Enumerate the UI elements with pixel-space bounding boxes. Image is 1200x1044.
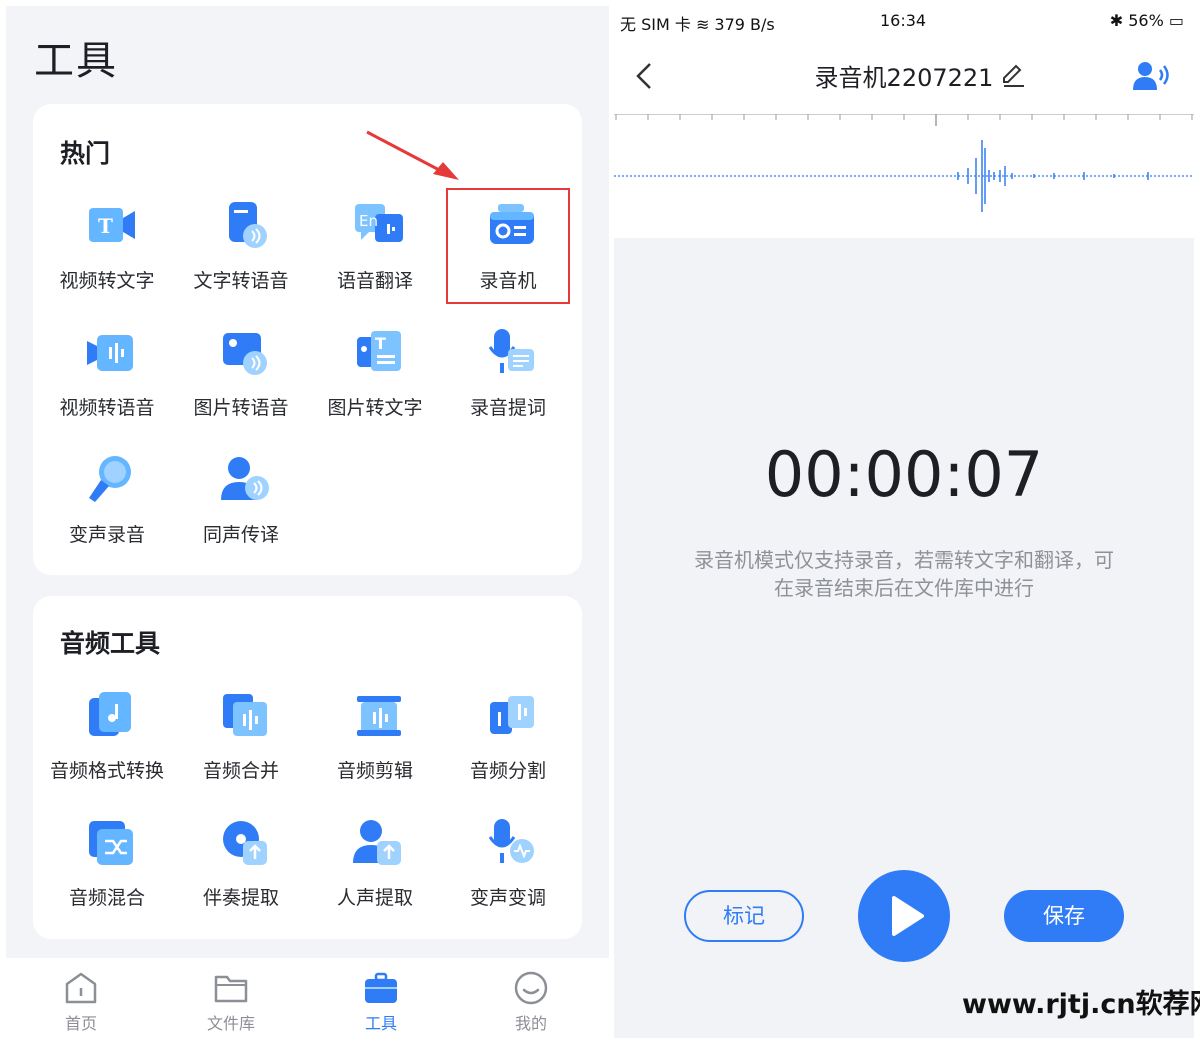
tool-label: 同声传译 (202, 524, 279, 546)
tool-teleprompter[interactable]: 录音提词 (441, 327, 575, 445)
tab-files[interactable]: 文件库 (156, 958, 306, 1038)
video-to-audio-icon (87, 335, 133, 371)
tool-audio-split[interactable]: 音频分割 (441, 690, 575, 808)
save-button[interactable]: 保存 (1004, 890, 1124, 942)
tool-label: 变声录音 (68, 524, 145, 546)
tool-label: 伴奏提取 (202, 887, 279, 909)
audio-format-convert-icon (89, 692, 131, 736)
video-to-text-icon: T (89, 208, 135, 242)
tab-label: 文件库 (206, 1014, 255, 1033)
tool-text-to-speech[interactable]: 文字转语音 (174, 200, 308, 318)
simultaneous-interpret-icon (221, 457, 269, 500)
tool-image-to-text[interactable]: T 图片转文字 (308, 327, 442, 445)
tool-image-to-speech[interactable]: 图片转语音 (174, 327, 308, 445)
voice-translate-icon: En (355, 204, 403, 242)
tab-label: 首页 (64, 1014, 97, 1033)
tool-audio-mix[interactable]: 音频混合 (40, 817, 174, 935)
hot-section: 热门 T 视频转文字 文字转语音 En 语音翻译 录音机 视频转语音 图片转语音… (33, 104, 582, 575)
pitch-change-icon (488, 819, 534, 863)
play-button[interactable] (858, 870, 950, 962)
status-time: 16:34 (880, 11, 927, 30)
tool-video-to-audio[interactable]: 视频转语音 (40, 327, 174, 445)
tool-accompaniment-extract[interactable]: 伴奏提取 (174, 817, 308, 935)
tab-label: 我的 (514, 1014, 547, 1033)
image-to-speech-icon (223, 333, 267, 375)
nav-bar: 录音机2207221 (614, 38, 1194, 114)
text-to-speech-icon (229, 202, 267, 248)
tab-label: 工具 (364, 1014, 397, 1033)
tools-screen: 工具 热门 T 视频转文字 文字转语音 En 语音翻译 录音机 视频转语音 图片… (6, 6, 609, 1038)
voice-changer-mic-icon (89, 456, 131, 502)
tab-profile[interactable]: 我的 (456, 958, 606, 1038)
tool-label: 录音提词 (469, 397, 546, 419)
tool-label: 图片转文字 (327, 397, 423, 419)
recorder-hint: 录音机模式仅支持录音，若需转文字和翻译，可在录音结束后在文件库中进行 (694, 548, 1114, 600)
tool-label: 语音翻译 (336, 270, 413, 292)
tool-label: 音频合并 (202, 760, 279, 782)
audio-split-icon (490, 696, 534, 734)
red-arrow-annotation (366, 130, 459, 180)
audio-mix-icon (89, 821, 133, 865)
svg-text:T: T (375, 334, 386, 353)
tool-simultaneous-interpret[interactable]: 同声传译 (174, 454, 308, 572)
status-carrier: 无 SIM 卡 ≋ 379 B/s (620, 15, 775, 34)
tool-audio-merge[interactable]: 音频合并 (174, 690, 308, 808)
mark-button[interactable]: 标记 (684, 890, 804, 942)
recorder-highlight-box (446, 188, 570, 304)
tool-label: 变声变调 (469, 887, 546, 909)
recording-timer: 00:00:07 (764, 438, 1044, 511)
section-title-audio: 音频工具 (60, 629, 161, 658)
bottom-tab-bar: 首页 文件库 工具 我的 (6, 958, 609, 1038)
status-bar: 无 SIM 卡 ≋ 379 B/s 16:34 ✱ 56% ▭ (614, 6, 1194, 38)
tab-tools[interactable]: 工具 (306, 958, 456, 1038)
image-to-text-icon: T (357, 331, 401, 371)
tool-label: 人声提取 (336, 887, 413, 909)
vocal-extract-icon (353, 820, 401, 865)
tool-voice-translate[interactable]: En 语音翻译 (308, 200, 442, 318)
audio-tools-section: 音频工具 音频格式转换 音频合并 音频剪辑 音频分割 音频混合 伴奏提取 人声提… (33, 596, 582, 939)
waveform (614, 114, 1194, 212)
tool-label: 图片转语音 (193, 397, 289, 419)
home-icon (65, 972, 97, 1004)
tool-label: 音频分割 (469, 760, 546, 782)
recorder-screen: 无 SIM 卡 ≋ 379 B/s 16:34 ✱ 56% ▭ 录音机22072… (614, 6, 1194, 1038)
audio-cut-icon (357, 696, 401, 736)
status-battery: ✱ 56% ▭ (1109, 11, 1184, 30)
tool-vocal-extract[interactable]: 人声提取 (308, 817, 442, 935)
tool-label: 音频混合 (68, 887, 145, 909)
tool-label: 文字转语音 (193, 270, 289, 292)
page-title: 工具 (34, 38, 118, 84)
screenshot-root: 工具 热门 T 视频转文字 文字转语音 En 语音翻译 录音机 视频转语音 图片… (0, 0, 1200, 1044)
folder-icon (214, 975, 248, 1003)
watermark-text: www.rjtj.cn软荐网 (962, 989, 1200, 1020)
tab-home[interactable]: 首页 (6, 958, 156, 1038)
tool-video-to-text[interactable]: T 视频转文字 (40, 200, 174, 318)
waveform-area (614, 114, 1194, 238)
tool-pitch-change[interactable]: 变声变调 (441, 817, 575, 935)
tool-audio-cut[interactable]: 音频剪辑 (308, 690, 442, 808)
svg-text:T: T (98, 214, 113, 238)
tool-label: 音频剪辑 (336, 760, 413, 782)
tool-voice-changer[interactable]: 变声录音 (40, 454, 174, 572)
tool-label: 视频转语音 (59, 397, 155, 419)
play-icon (892, 896, 924, 936)
tool-label: 视频转文字 (59, 270, 155, 292)
toolbox-icon (365, 972, 397, 1003)
tool-audio-format-convert[interactable]: 音频格式转换 (40, 690, 174, 808)
profile-icon (514, 971, 548, 1005)
svg-text:En: En (359, 212, 378, 230)
audio-merge-icon (223, 694, 267, 736)
edit-pencil-icon[interactable] (1000, 62, 1026, 88)
voice-speaker-icon[interactable] (1132, 60, 1172, 92)
accompaniment-extract-icon (223, 821, 267, 865)
tool-label: 音频格式转换 (49, 760, 164, 782)
section-title-hot: 热门 (60, 139, 111, 168)
teleprompter-icon (488, 329, 534, 373)
recording-title[interactable]: 录音机2207221 (614, 58, 1194, 93)
